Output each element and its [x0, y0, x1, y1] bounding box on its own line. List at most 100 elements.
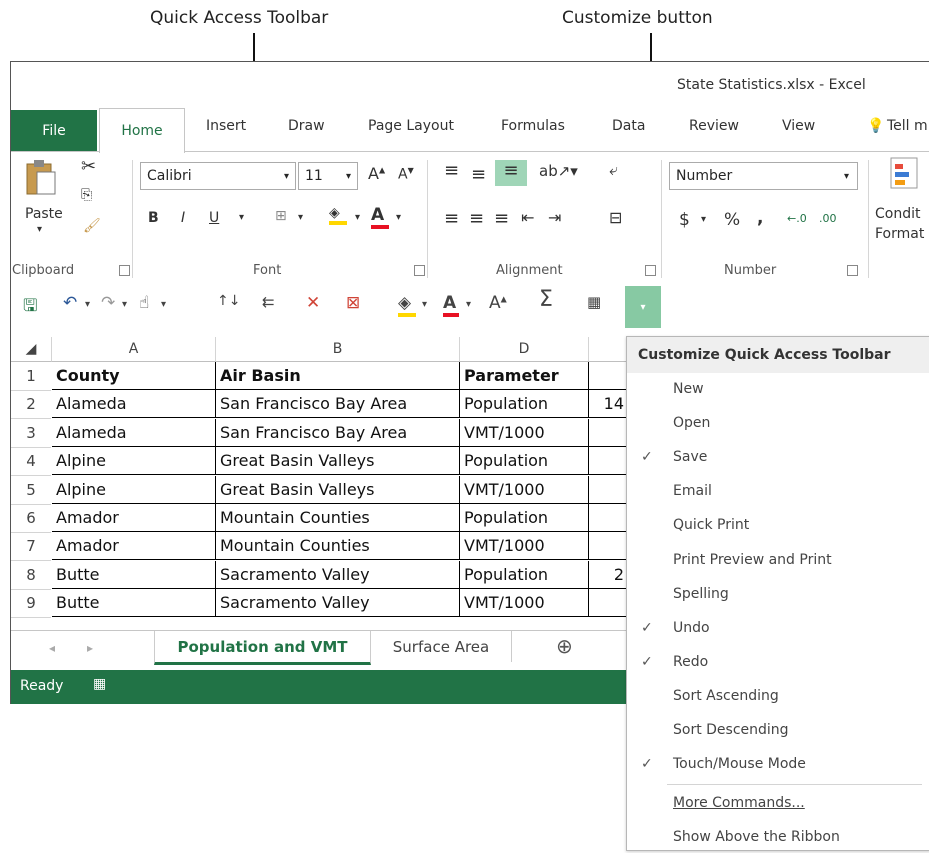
cell-air-basin[interactable]: Mountain Counties — [216, 532, 460, 561]
underline-button[interactable]: U — [209, 210, 219, 226]
bold-button[interactable]: B — [148, 210, 159, 226]
sort-descending-icon[interactable]: ⇇ — [262, 293, 275, 311]
currency-button[interactable]: $ — [679, 210, 690, 230]
cell-value[interactable]: 14 — [589, 390, 626, 419]
cell-air-basin[interactable]: Sacramento Valley — [216, 589, 460, 618]
cell-air-basin[interactable]: Great Basin Valleys — [216, 475, 460, 504]
menu-item-open[interactable]: Open — [627, 409, 929, 439]
cell-parameter[interactable]: VMT/1000 — [460, 475, 589, 504]
cell-county[interactable]: Amador — [52, 504, 216, 532]
sort-ascending-icon[interactable]: ↑↓ — [217, 293, 240, 309]
cell-air-basin[interactable]: Sacramento Valley — [216, 560, 460, 589]
column-header-a[interactable]: A — [52, 337, 216, 362]
wrap-text-icon[interactable]: ⤶ — [609, 160, 618, 180]
cell-value[interactable] — [589, 476, 626, 504]
align-bottom-icon[interactable]: ≡ — [495, 160, 527, 186]
cell-parameter[interactable]: VMT/1000 — [460, 589, 589, 618]
tab-page-layout[interactable]: Page Layout — [368, 118, 454, 134]
font-name-box[interactable]: Calibri ▾ — [140, 162, 296, 190]
select-all-corner[interactable]: ◢ — [11, 337, 52, 362]
menu-item-spelling[interactable]: Spelling — [627, 580, 929, 610]
tab-draw[interactable]: Draw — [288, 118, 325, 134]
decrease-font-icon[interactable]: A▼ — [398, 166, 414, 183]
menu-item-undo[interactable]: ✓ Undo — [627, 614, 929, 644]
chevron-down-icon[interactable]: ▾ — [422, 299, 427, 310]
tab-view[interactable]: View — [782, 118, 815, 134]
cell-air-basin[interactable]: Mountain Counties — [216, 504, 460, 532]
paste-button[interactable]: Paste — [25, 206, 63, 222]
sheet-tab-surface-area[interactable]: Surface Area — [371, 631, 512, 662]
align-middle-icon[interactable]: ≡ — [471, 164, 486, 185]
font-launcher-icon[interactable] — [414, 265, 425, 276]
number-launcher-icon[interactable] — [847, 265, 858, 276]
add-sheet-button[interactable]: ⊕ — [556, 634, 573, 658]
chevron-down-icon[interactable]: ▾ — [122, 299, 127, 310]
column-header-d[interactable]: D — [460, 337, 589, 362]
font-color-icon[interactable]: A — [443, 293, 459, 317]
redo-icon[interactable]: ↷ — [101, 293, 115, 313]
menu-item-sort-descending[interactable]: Sort Descending — [627, 716, 929, 746]
font-color-icon[interactable]: A — [371, 205, 389, 229]
tab-tell-me[interactable]: Tell m — [887, 118, 928, 134]
cell-county[interactable]: Amador — [52, 532, 216, 561]
decrease-decimal-icon[interactable]: .00 — [819, 212, 837, 225]
chevron-down-icon[interactable]: ▾ — [85, 299, 90, 310]
alignment-launcher-icon[interactable] — [645, 265, 656, 276]
sheet-tab-active[interactable]: Population and VMT — [154, 631, 371, 665]
lightbulb-icon[interactable]: 💡 — [867, 118, 884, 134]
cell-value[interactable] — [589, 447, 626, 476]
column-header-e[interactable] — [589, 337, 627, 362]
row-header[interactable]: 5 — [11, 476, 51, 505]
tab-review[interactable]: Review — [689, 118, 739, 134]
comma-button[interactable]: , — [757, 208, 763, 228]
cell-county[interactable]: Butte — [52, 560, 216, 589]
number-format-box[interactable]: Number ▾ — [669, 162, 858, 190]
menu-item-more-commands[interactable]: More Commands... — [627, 789, 929, 819]
decrease-indent-icon[interactable]: ⇤ — [521, 208, 534, 227]
scroll-right-icon[interactable]: ▸ — [87, 641, 93, 655]
menu-item-new[interactable]: New — [627, 375, 929, 405]
increase-indent-icon[interactable]: ⇥ — [548, 208, 561, 227]
paste-clipboard-icon[interactable] — [25, 158, 57, 196]
cell-value[interactable] — [589, 362, 626, 390]
row-header[interactable]: 4 — [11, 447, 51, 477]
delete-cells-icon[interactable]: ✕ — [306, 293, 320, 313]
cell-parameter[interactable]: Population — [460, 390, 589, 419]
row-header[interactable]: 9 — [11, 589, 51, 619]
align-right-icon[interactable]: ≡ — [494, 208, 509, 229]
italic-button[interactable]: I — [181, 210, 185, 226]
increase-font-icon[interactable]: A▲ — [489, 293, 507, 313]
macro-record-icon[interactable]: ▦ — [93, 676, 106, 692]
clear-icon[interactable]: ⊠ — [346, 293, 360, 313]
cell-value[interactable] — [589, 504, 626, 532]
row-header[interactable]: 2 — [11, 390, 51, 420]
chevron-down-icon[interactable]: ▾ — [37, 224, 42, 235]
chevron-down-icon[interactable]: ▾ — [239, 212, 244, 223]
tab-home[interactable]: Home — [99, 108, 185, 153]
row-header[interactable]: 1 — [11, 362, 51, 391]
menu-item-sort-ascending[interactable]: Sort Ascending — [627, 682, 929, 712]
cell-air-basin[interactable]: Great Basin Valleys — [216, 447, 460, 476]
percent-button[interactable]: % — [724, 210, 740, 230]
conditional-formatting-button[interactable]: Condit Format — [875, 204, 924, 244]
font-size-box[interactable]: 11 ▾ — [298, 162, 358, 190]
cell-county[interactable]: Alpine — [52, 475, 216, 504]
cell-parameter[interactable]: Parameter — [460, 362, 589, 390]
align-left-icon[interactable]: ≡ — [444, 208, 459, 229]
menu-item-save[interactable]: ✓ Save — [627, 443, 929, 473]
calculator-icon[interactable]: ▦ — [587, 293, 601, 311]
row-header[interactable]: 6 — [11, 504, 51, 533]
cell-county[interactable]: Alpine — [52, 447, 216, 476]
format-painter-icon[interactable]: 🖌 — [83, 218, 101, 234]
chevron-down-icon[interactable]: ▾ — [355, 212, 360, 223]
tab-formulas[interactable]: Formulas — [501, 118, 565, 134]
row-header[interactable]: 8 — [11, 561, 51, 590]
cell-parameter[interactable]: Population — [460, 560, 589, 589]
cell-county[interactable]: Alameda — [52, 418, 216, 447]
align-top-icon[interactable]: ≡ — [444, 160, 459, 181]
increase-decimal-icon[interactable]: ←.0 — [787, 212, 807, 225]
chevron-down-icon[interactable]: ▾ — [701, 214, 706, 225]
copy-icon[interactable]: ⎘ — [81, 187, 92, 203]
tab-data[interactable]: Data — [612, 118, 645, 134]
cell-value[interactable] — [589, 532, 626, 561]
